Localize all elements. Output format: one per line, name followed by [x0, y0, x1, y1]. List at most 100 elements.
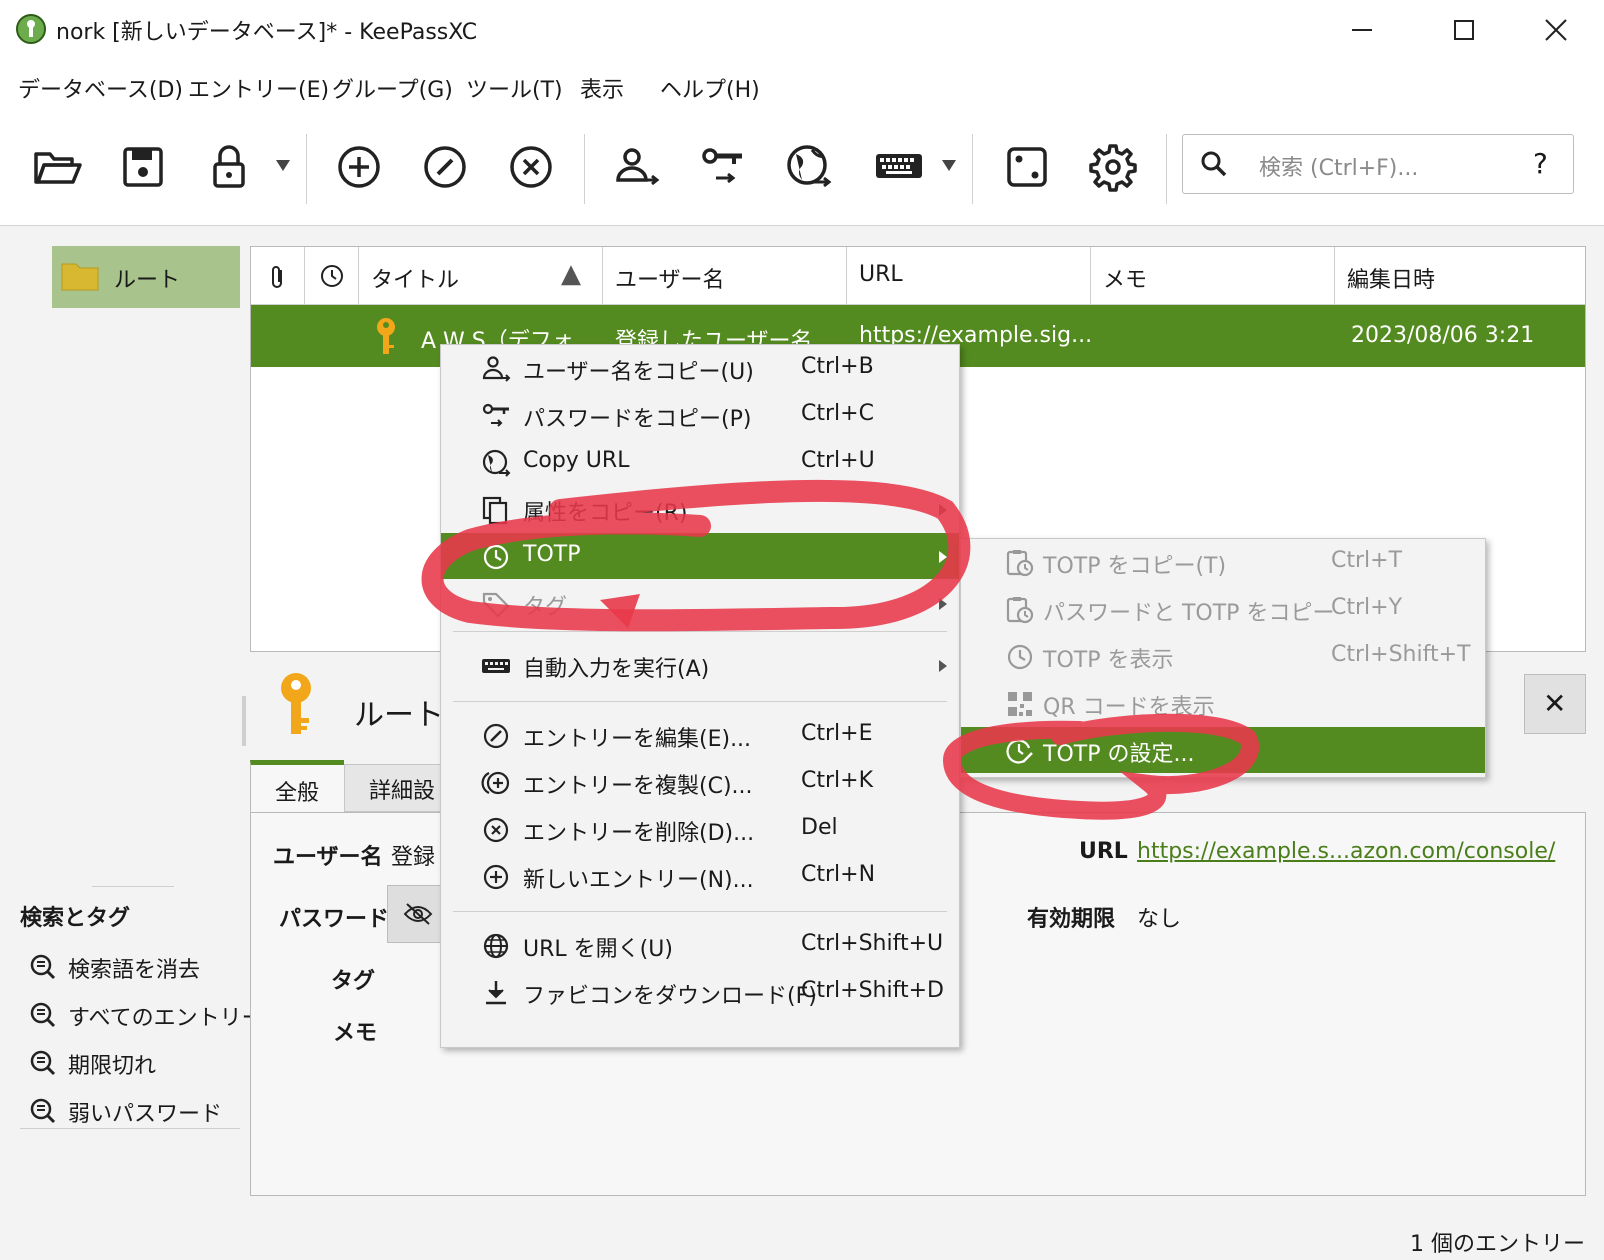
settings-gear-icon[interactable]	[1086, 140, 1140, 194]
expiry-label: 有効期限	[1027, 907, 1116, 932]
menu-totp[interactable]: TOTP	[441, 533, 959, 579]
column-username[interactable]: ユーザー名	[603, 247, 847, 305]
search-item-clear[interactable]: 検索語を消去	[28, 948, 240, 988]
menu-open-url[interactable]: URL を開く(U) Ctrl+Shift+U	[441, 922, 959, 968]
tab-advanced[interactable]: 詳細設	[344, 764, 444, 812]
menu-group[interactable]: グループ(G)	[332, 72, 453, 104]
menu-item-label: QR コードを表示	[1043, 695, 1215, 720]
copy-icon	[481, 495, 511, 525]
lock-database-icon[interactable]	[202, 140, 256, 194]
open-database-icon[interactable]	[30, 140, 84, 194]
autotype-dropdown-icon[interactable]	[942, 160, 956, 171]
menu-item-label: ユーザー名をコピー(U)	[523, 360, 754, 385]
url-link[interactable]: https://example.s...azon.com/console/	[1137, 839, 1555, 864]
menu-copy-url[interactable]: Copy URL Ctrl+U	[441, 439, 959, 485]
clone-icon	[481, 768, 511, 798]
minimize-button[interactable]	[1340, 10, 1384, 50]
password-generator-dice-icon[interactable]	[1000, 140, 1054, 194]
menu-item-label: パスワードと TOTP をコピー	[1043, 601, 1335, 626]
close-icon: ✕	[1543, 687, 1567, 720]
menu-clone-entry[interactable]: エントリーを複製(C)... Ctrl+K	[441, 759, 959, 805]
menu-view[interactable]: 表示	[580, 72, 624, 104]
menu-item-label: Copy URL	[523, 448, 630, 473]
maximize-button[interactable]	[1442, 10, 1486, 50]
search-item-all-entries[interactable]: すべてのエントリー	[28, 996, 264, 1036]
menu-edit-entry[interactable]: エントリーを編集(E)... Ctrl+E	[441, 712, 959, 758]
column-title[interactable]: タイトル ▲	[359, 247, 603, 305]
menu-item-label: 新しいエントリー(N)...	[523, 868, 754, 893]
qr-code-icon	[1005, 689, 1035, 719]
menu-copy-password[interactable]: パスワードをコピー(P) Ctrl+C	[441, 392, 959, 438]
title-bar: nork [新しいデータベース]* - KeePassXC	[0, 0, 1604, 60]
column-expiry[interactable]	[305, 247, 359, 305]
copy-username-icon[interactable]	[610, 140, 664, 194]
column-modified[interactable]: 編集日時	[1335, 247, 1585, 305]
menu-copy-username[interactable]: ユーザー名をコピー(U) Ctrl+B	[441, 345, 959, 391]
search-input[interactable]: 検索 (Ctrl+F)...	[1259, 150, 1418, 182]
menu-database[interactable]: データベース(D)	[18, 72, 183, 104]
tab-general[interactable]: 全般	[250, 760, 344, 814]
copy-url-icon[interactable]	[782, 140, 836, 194]
save-database-icon[interactable]	[116, 140, 170, 194]
menu-tags[interactable]: タグ	[441, 580, 959, 626]
menu-item-shortcut: Ctrl+Shift+U	[801, 931, 944, 956]
paperclip-icon	[267, 264, 289, 290]
edit-icon	[481, 721, 511, 751]
menu-separator	[453, 911, 947, 912]
close-details-button[interactable]: ✕	[1524, 674, 1586, 734]
lock-dropdown-icon[interactable]	[276, 160, 290, 171]
column-notes[interactable]: メモ	[1091, 247, 1335, 305]
menu-item-shortcut: Ctrl+Shift+T	[1331, 642, 1471, 667]
menu-help[interactable]: ヘルプ(H)	[660, 72, 760, 104]
delete-entry-icon[interactable]	[504, 140, 558, 194]
menu-item-label: 自動入力を実行(A)	[523, 657, 710, 682]
menu-copy-attribute[interactable]: 属性をコピー(R)	[441, 486, 959, 532]
url-label: URL	[1079, 839, 1128, 864]
menu-show-totp[interactable]: TOTP を表示 Ctrl+Shift+T	[961, 633, 1485, 679]
menu-item-label: パスワードをコピー(P)	[523, 407, 752, 432]
column-url[interactable]: URL	[847, 247, 1091, 305]
toolbar-separator	[306, 134, 307, 204]
keyboard-icon	[481, 651, 511, 681]
clock-icon	[319, 263, 345, 289]
toggle-password-visibility-button[interactable]	[387, 885, 447, 943]
sort-ascending-icon: ▲	[561, 259, 581, 289]
entry-context-menu: ユーザー名をコピー(U) Ctrl+B パスワードをコピー(P) Ctrl+C …	[440, 344, 960, 1048]
menu-tools[interactable]: ツール(T)	[466, 72, 563, 104]
search-item-expired[interactable]: 期限切れ	[28, 1044, 240, 1084]
menu-download-favicon[interactable]: ファビコンをダウンロード(F) Ctrl+Shift+D	[441, 969, 959, 1015]
search-item-weak-passwords[interactable]: 弱いパスワード	[28, 1092, 240, 1132]
edit-entry-icon[interactable]	[418, 140, 472, 194]
menu-entry[interactable]: エントリー(E)	[188, 72, 329, 104]
column-url-label: URL	[859, 262, 903, 287]
menu-copy-totp[interactable]: TOTP をコピー(T) Ctrl+T	[961, 539, 1485, 585]
menu-perform-autotype[interactable]: 自動入力を実行(A)	[441, 642, 959, 688]
clipboard-clock-icon	[1005, 595, 1035, 625]
search-item-label: 期限切れ	[68, 1054, 157, 1079]
search-help-icon[interactable]: ?	[1533, 147, 1548, 180]
search-field[interactable]: 検索 (Ctrl+F)... ?	[1182, 134, 1574, 194]
add-icon	[481, 862, 511, 892]
menu-item-shortcut: Ctrl+U	[801, 448, 875, 473]
menu-delete-entry[interactable]: エントリーを削除(D)... Del	[441, 806, 959, 852]
menu-bar: データベース(D) エントリー(E) グループ(G) ツール(T) 表示 ヘルプ…	[0, 60, 1604, 114]
tags-label: タグ	[331, 969, 376, 994]
column-modified-label: 編集日時	[1347, 268, 1436, 293]
add-entry-icon[interactable]	[332, 140, 386, 194]
splitter-handle[interactable]	[242, 696, 246, 746]
copy-password-icon[interactable]	[696, 140, 750, 194]
menu-copy-password-and-totp[interactable]: パスワードと TOTP をコピー Ctrl+Y	[961, 586, 1485, 632]
menu-new-entry[interactable]: 新しいエントリー(N)... Ctrl+N	[441, 853, 959, 899]
username-label: ユーザー名	[273, 845, 383, 870]
globe-icon	[481, 931, 511, 961]
clock-icon	[481, 542, 511, 572]
column-attachment[interactable]	[251, 247, 305, 305]
menu-item-shortcut: Del	[801, 815, 838, 840]
group-root-item[interactable]: ルート	[52, 246, 240, 308]
close-window-button[interactable]	[1534, 10, 1578, 50]
menu-totp-settings[interactable]: TOTP の設定...	[961, 727, 1485, 773]
autotype-keyboard-icon[interactable]	[872, 140, 926, 194]
menu-item-label: エントリーを複製(C)...	[523, 774, 753, 799]
expiry-value: なし	[1137, 907, 1182, 932]
menu-show-qr-code[interactable]: QR コードを表示	[961, 680, 1485, 726]
